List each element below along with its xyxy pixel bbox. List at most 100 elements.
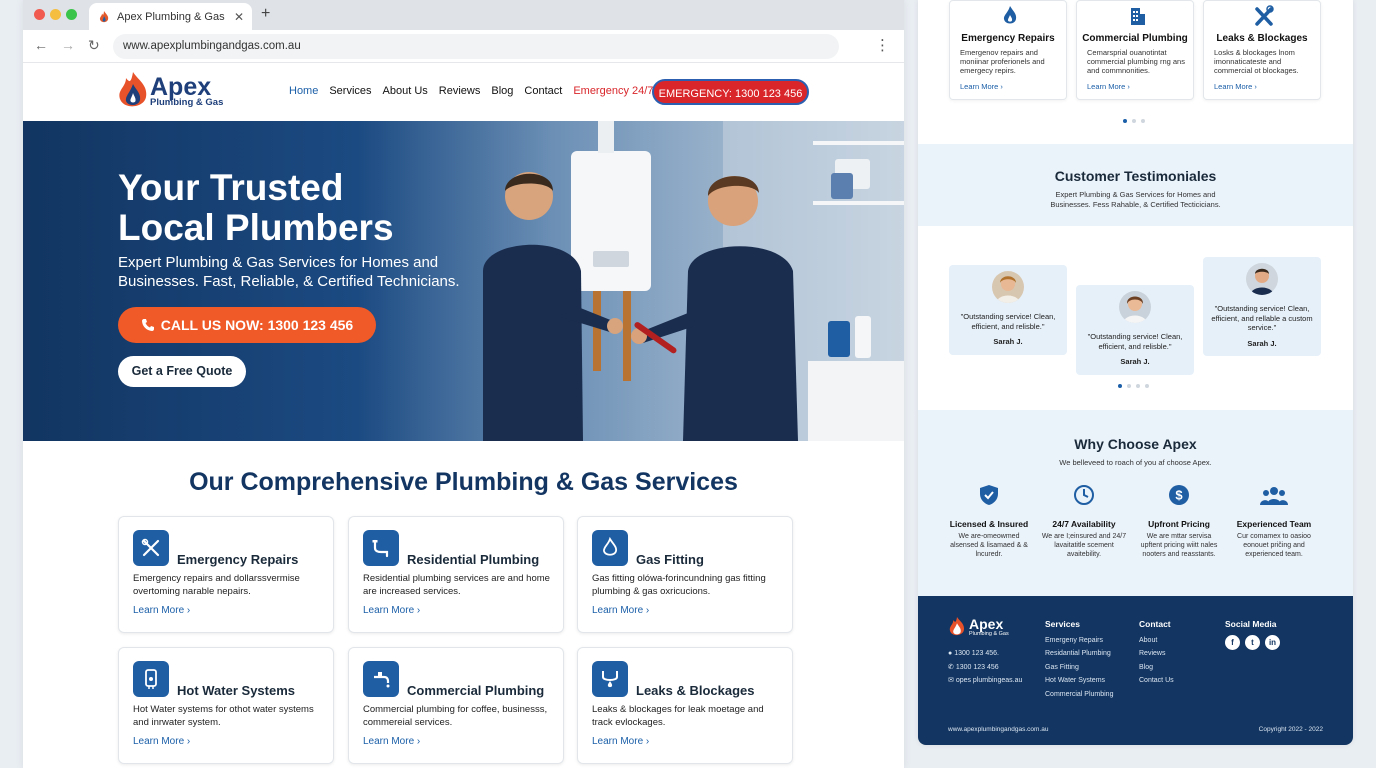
leak-icon: [592, 661, 628, 697]
mobile-preview-panel: Emergency Repairs Emergenov repairs and …: [918, 0, 1353, 745]
emergency-call-button[interactable]: EMERGENCY: 1300 123 456: [652, 79, 809, 105]
footer-link[interactable]: Emergeny Repairs: [1045, 634, 1113, 648]
free-quote-button[interactable]: Get a Free Quote: [118, 356, 246, 387]
url-input[interactable]: www.apexplumbingandgas.com.au: [113, 34, 839, 59]
close-window-button[interactable]: [34, 9, 45, 20]
feature-experienced-team: Experienced Team Cur comamex to oasioo e…: [1231, 484, 1317, 559]
footer-link[interactable]: Reviews: [1139, 647, 1174, 661]
service-card-emergency-repairs[interactable]: Emergency Repairs Emergency repairs and …: [118, 516, 334, 633]
footer-link[interactable]: Hot Water Systems: [1045, 674, 1113, 688]
testimonial-carousel-dots[interactable]: [1118, 384, 1149, 388]
footer-email[interactable]: ✉ opes plumbingeas.au: [948, 674, 1022, 688]
service-card-residential-plumbing[interactable]: Residential Plumbing Residential plumbin…: [348, 516, 564, 633]
footer-logo[interactable]: Apex Plumbing & Gas: [948, 616, 1009, 638]
carousel-dots[interactable]: [1123, 119, 1145, 123]
nav-reviews[interactable]: Reviews: [439, 85, 481, 97]
twitter-icon[interactable]: t: [1245, 634, 1260, 650]
carousel-dot[interactable]: [1141, 119, 1145, 123]
footer-contact-column: Contact About Reviews Blog Contact Us: [1139, 618, 1174, 688]
pipe-icon: [363, 530, 399, 566]
testimonial-card: "Outstanding service! Clean, efficient, …: [1203, 257, 1321, 356]
nav-about-us[interactable]: About Us: [383, 85, 428, 97]
service-card-title: Gas Fitting: [636, 552, 704, 567]
carousel-dot[interactable]: [1123, 119, 1127, 123]
learn-more-link[interactable]: Learn More ›: [1087, 82, 1130, 91]
footer-link[interactable]: Residantial Plumbing: [1045, 647, 1113, 661]
learn-more-link[interactable]: Learn More ›: [1214, 82, 1257, 91]
address-bar-row: ← → ↻ www.apexplumbingandgas.com.au ⋮: [23, 30, 904, 63]
carousel-dot[interactable]: [1118, 384, 1122, 388]
footer-link[interactable]: Commercial Plumbing: [1045, 688, 1113, 702]
linkedin-icon[interactable]: in: [1265, 634, 1280, 650]
carousel-dot[interactable]: [1136, 384, 1140, 388]
testimonial-card: "Outstanding service! Clean, efficient, …: [1076, 285, 1194, 375]
learn-more-link[interactable]: Learn More ›: [592, 605, 649, 616]
nav-services[interactable]: Services: [329, 85, 371, 97]
service-card-commercial-plumbing[interactable]: Commercial Plumbing Commercial plumbing …: [348, 647, 564, 764]
forward-button[interactable]: →: [61, 37, 75, 53]
footer-social-column: Social Media f t in: [1225, 618, 1285, 650]
nav-contact[interactable]: Contact: [524, 85, 562, 97]
learn-more-link[interactable]: Learn More ›: [133, 605, 190, 616]
carousel-dot[interactable]: [1132, 119, 1136, 123]
service-card-title: Commercial Plumbing: [407, 683, 545, 698]
learn-more-link[interactable]: Learn More ›: [363, 605, 420, 616]
back-button[interactable]: ←: [34, 37, 48, 53]
feature-licensed-insured: Licensed & Insured We are-omeowmed alsen…: [946, 484, 1032, 559]
feature-upfront-pricing: $ Upfront Pricing We are mttar servisa u…: [1136, 484, 1222, 559]
mini-card-commercial-plumbing[interactable]: Commercial Plumbing Cemarsprial ouanotin…: [1076, 0, 1194, 100]
nav-home[interactable]: Home: [289, 85, 318, 97]
service-card-hot-water-systems[interactable]: Hot Water Systems Hot Water systems for …: [118, 647, 334, 764]
browser-tab[interactable]: Apex Plumbing & Gas ✕: [89, 3, 252, 30]
mini-card-desc: Losks & blockages lnom imonnaticateste a…: [1214, 48, 1299, 75]
footer-site-url[interactable]: www.apexplumbingandgas.com.au: [948, 726, 1048, 733]
testimonials-subtitle: Expert Plumbing & Gas Services for Homes…: [1050, 190, 1221, 209]
nav-emergency[interactable]: Emergency 24/7: [573, 85, 653, 97]
feature-desc: We are mttar servisa upftent pricing wii…: [1140, 533, 1218, 558]
footer-logo-subtitle: Plumbing & Gas: [969, 630, 1009, 637]
tab-close-icon[interactable]: ✕: [234, 10, 244, 24]
learn-more-link[interactable]: Learn More ›: [960, 82, 1003, 91]
logo-subtitle: Plumbing & Gas: [150, 96, 224, 108]
service-card-gas-fitting[interactable]: Gas Fitting Gas fitting olówa-forincundn…: [577, 516, 793, 633]
logo-flame-icon: [119, 72, 147, 107]
footer-phone-1[interactable]: ● 1300 123 456.: [948, 647, 1022, 661]
mini-card-emergency-repairs[interactable]: Emergency Repairs Emergenov repairs and …: [949, 0, 1067, 100]
dollar-icon: $: [1169, 485, 1189, 505]
mini-card-leaks-blockages[interactable]: Leaks & Blockages Losks & blockages lnom…: [1203, 0, 1321, 100]
learn-more-link[interactable]: Learn More ›: [363, 736, 420, 747]
footer-copyright: Copyright 2022 - 2022: [1258, 726, 1323, 733]
nav-blog[interactable]: Blog: [491, 85, 513, 97]
mini-card-title: Leaks & Blockages: [1216, 33, 1308, 44]
learn-more-link[interactable]: Learn More ›: [592, 736, 649, 747]
footer-link[interactable]: Contact Us: [1139, 674, 1174, 688]
shield-icon: [980, 485, 998, 505]
service-card-leaks-blockages[interactable]: Leaks & Blockages Leaks & blockages for …: [577, 647, 793, 764]
call-now-label: CALL US NOW: 1300 123 456: [160, 317, 354, 333]
footer-services-column: Services Emergeny Repairs Residantial Pl…: [1045, 618, 1113, 701]
reload-button[interactable]: ↻: [88, 37, 100, 54]
feature-title: Upfront Pricing: [1148, 519, 1210, 529]
flame-icon: [1003, 6, 1017, 24]
carousel-dot[interactable]: [1145, 384, 1149, 388]
browser-menu-icon[interactable]: ⋮: [875, 36, 890, 54]
wrench-icon: [1255, 5, 1274, 26]
footer-link[interactable]: About: [1139, 634, 1174, 648]
site-logo[interactable]: Apex Plumbing & Gas: [116, 71, 223, 111]
why-choose-title: Why Choose Apex: [1074, 436, 1197, 452]
minimize-window-button[interactable]: [50, 9, 61, 20]
learn-more-link[interactable]: Learn More ›: [133, 736, 190, 747]
testimonials-title: Customer Testimoniales: [1054, 168, 1217, 184]
footer-link[interactable]: Gas Fitting: [1045, 661, 1113, 675]
testimonial-name: Sarah J.: [1120, 357, 1150, 366]
footer-logo-name: Apex: [969, 615, 1004, 632]
facebook-icon[interactable]: f: [1225, 634, 1240, 650]
footer-link[interactable]: Blog: [1139, 661, 1174, 675]
call-now-button[interactable]: CALL US NOW: 1300 123 456: [118, 307, 376, 343]
maximize-window-button[interactable]: [66, 9, 77, 20]
footer-phone-2[interactable]: ✆ 1300 123 456: [948, 661, 1022, 675]
carousel-dot[interactable]: [1127, 384, 1131, 388]
new-tab-button[interactable]: +: [261, 5, 270, 23]
footer-services-heading: Services: [1045, 619, 1080, 629]
hero-technicians-illustration: [483, 121, 904, 441]
